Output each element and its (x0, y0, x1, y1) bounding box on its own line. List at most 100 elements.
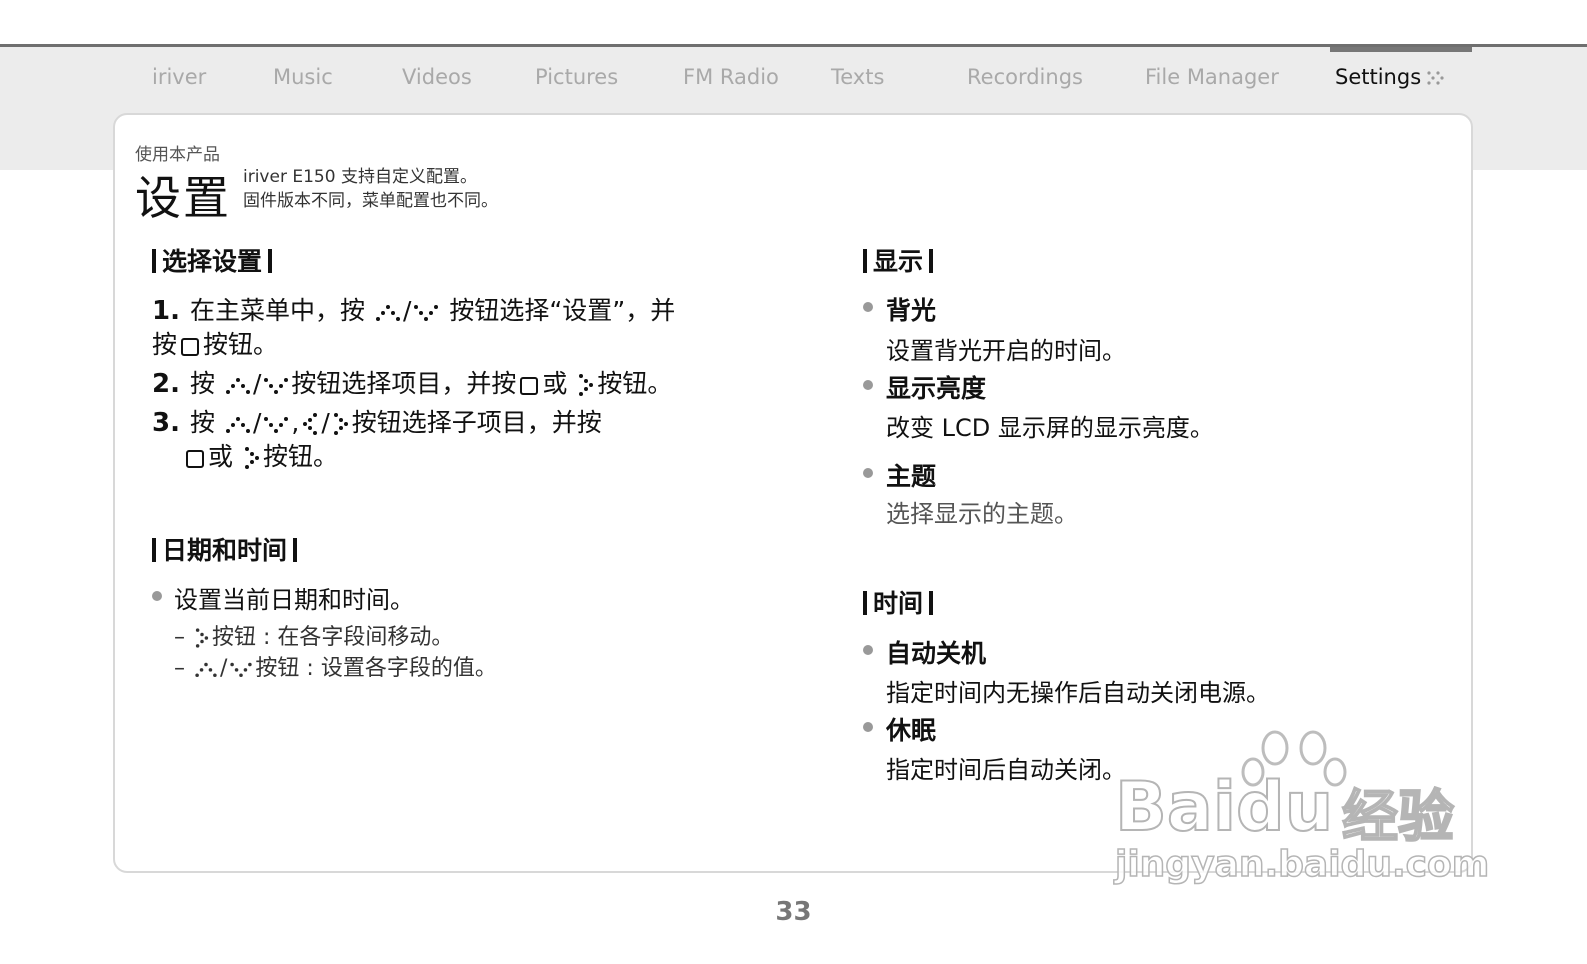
display-item-desc: 设置背光开启的时间。 (886, 337, 1126, 365)
ok-button-icon (520, 377, 539, 395)
step-1-line-2: 按按钮。 (152, 325, 278, 361)
bullet-dot (863, 645, 873, 655)
step-text: 按钮选择“设置”，并 (449, 296, 676, 325)
bullet-dot (863, 380, 873, 390)
intro-line-2: 固件版本不同，菜单配置也不同。 (243, 191, 498, 211)
intro-text: iriver E150 支持自定义配置。 固件版本不同，菜单配置也不同。 (243, 165, 498, 213)
heading-bar (268, 249, 273, 273)
bullet-dot (863, 722, 873, 732)
slash: / (252, 408, 262, 437)
heading-bar (929, 591, 934, 615)
time-item-desc: 指定时间后自动关闭。 (886, 756, 1126, 784)
display-item-desc: 选择显示的主题。 (886, 500, 1078, 528)
up-dots-icon (195, 662, 217, 677)
ok-button-icon (181, 338, 200, 356)
tab-file-manager[interactable]: File Manager (1145, 65, 1279, 89)
tab-music[interactable]: Music (273, 65, 333, 89)
step-text: 按钮选择子项目，并按 (351, 408, 602, 437)
comma: , (291, 408, 300, 437)
step-number: 1. (152, 296, 180, 326)
tab-settings-label: Settings (1335, 65, 1422, 89)
display-item-title: 背光 (886, 296, 937, 325)
sub-text: 按钮 : 设置各字段的值。 (255, 656, 497, 681)
step-2: 2. 按 / 按钮选择项目，并按或 按钮。 (152, 364, 672, 400)
bullet-dot (863, 302, 873, 312)
bullet-dot (152, 591, 162, 601)
top-nav: iriver Music Videos Pictures FM Radio Te… (0, 57, 1587, 101)
dash: – (174, 625, 185, 650)
double-chevron-right-icon (1427, 71, 1444, 85)
step-text: 按钮选择项目，并按 (291, 369, 517, 398)
step-text: 按 (152, 330, 178, 359)
slash: / (252, 369, 262, 398)
tab-fm-radio[interactable]: FM Radio (683, 65, 779, 89)
intro-line-1: iriver E150 支持自定义配置。 (243, 167, 477, 187)
step-3-line-1: 3. 按 /, / 按钮选择子项目，并按 (152, 403, 602, 439)
right-dots-icon (195, 628, 209, 648)
tab-settings[interactable]: Settings (1335, 65, 1449, 89)
step-text: 按钮。 (203, 330, 279, 359)
heading-bar (293, 538, 298, 562)
tab-iriver[interactable]: iriver (152, 65, 206, 89)
watermark-url: jingyan.baidu.com (1114, 843, 1490, 886)
section-heading-display: 显示 (857, 242, 939, 278)
down-dots-icon (264, 378, 289, 394)
section-heading-date-time: 日期和时间 (146, 531, 303, 567)
sub-text: 按钮 : 在各字段间移动。 (212, 625, 454, 650)
right-dots-icon (244, 447, 259, 469)
step-text: 或 (542, 369, 568, 398)
date-time-sub-1: – 按钮 : 在各字段间移动。 (174, 619, 453, 651)
heading-bar (863, 249, 867, 273)
time-item-desc: 指定时间内无操作后自动关闭电源。 (886, 679, 1270, 707)
heading-text: 显示 (873, 247, 924, 276)
tab-texts[interactable]: Texts (831, 65, 884, 89)
heading-bar (863, 591, 867, 615)
step-text: 按 (189, 369, 215, 398)
step-3-line-2: 或 按钮。 (182, 437, 338, 473)
heading-text: 时间 (873, 589, 924, 618)
date-time-bullet: 设置当前日期和时间。 (174, 586, 414, 614)
active-tab-marker (1330, 47, 1472, 52)
display-item-desc: 改变 LCD 显示屏的显示亮度。 (886, 414, 1214, 442)
step-text: 在主菜单中，按 (189, 296, 365, 325)
down-dots-icon (264, 417, 289, 433)
time-item-title: 自动关机 (886, 639, 987, 668)
up-dots-icon (225, 417, 250, 433)
step-text: 按 (189, 408, 215, 437)
ok-button-icon (186, 450, 204, 468)
left-dots-icon (303, 413, 318, 435)
heading-text: 日期和时间 (162, 536, 288, 565)
heading-bar (152, 538, 156, 562)
up-dots-icon (225, 378, 250, 394)
display-item-title: 主题 (886, 462, 937, 491)
time-item-title: 休眠 (886, 716, 937, 745)
tab-videos[interactable]: Videos (402, 65, 472, 89)
page-number: 33 (775, 897, 812, 927)
heading-bar (152, 249, 156, 273)
right-dots-icon (579, 374, 594, 396)
right-dots-icon (333, 413, 348, 435)
watermark-brand-a: Bai (1114, 767, 1237, 848)
tab-recordings[interactable]: Recordings (967, 65, 1083, 89)
dash: – (174, 656, 185, 681)
slash: / (220, 656, 228, 681)
down-dots-icon (414, 305, 439, 321)
step-text: 或 (208, 442, 234, 471)
slash: / (402, 296, 412, 325)
step-number: 2. (152, 369, 180, 399)
slash: / (321, 408, 330, 437)
tab-pictures[interactable]: Pictures (535, 65, 618, 89)
display-item-title: 显示亮度 (886, 374, 987, 403)
watermark-cn: 经验 (1341, 784, 1455, 851)
watermark-brand: Baidu (1114, 767, 1334, 848)
bullet-dot (863, 468, 873, 478)
up-dots-icon (375, 305, 400, 321)
heading-bar (929, 249, 934, 273)
step-number: 3. (152, 408, 180, 438)
section-heading-select: 选择设置 (146, 242, 278, 278)
step-text: 按钮。 (262, 442, 338, 471)
section-heading-time: 时间 (857, 584, 939, 620)
step-1-line-1: 1. 在主菜单中，按 / 按钮选择“设置”，并 (152, 291, 675, 327)
date-time-sub-2: – / 按钮 : 设置各字段的值。 (174, 650, 497, 682)
heading-text: 选择设置 (162, 247, 263, 276)
